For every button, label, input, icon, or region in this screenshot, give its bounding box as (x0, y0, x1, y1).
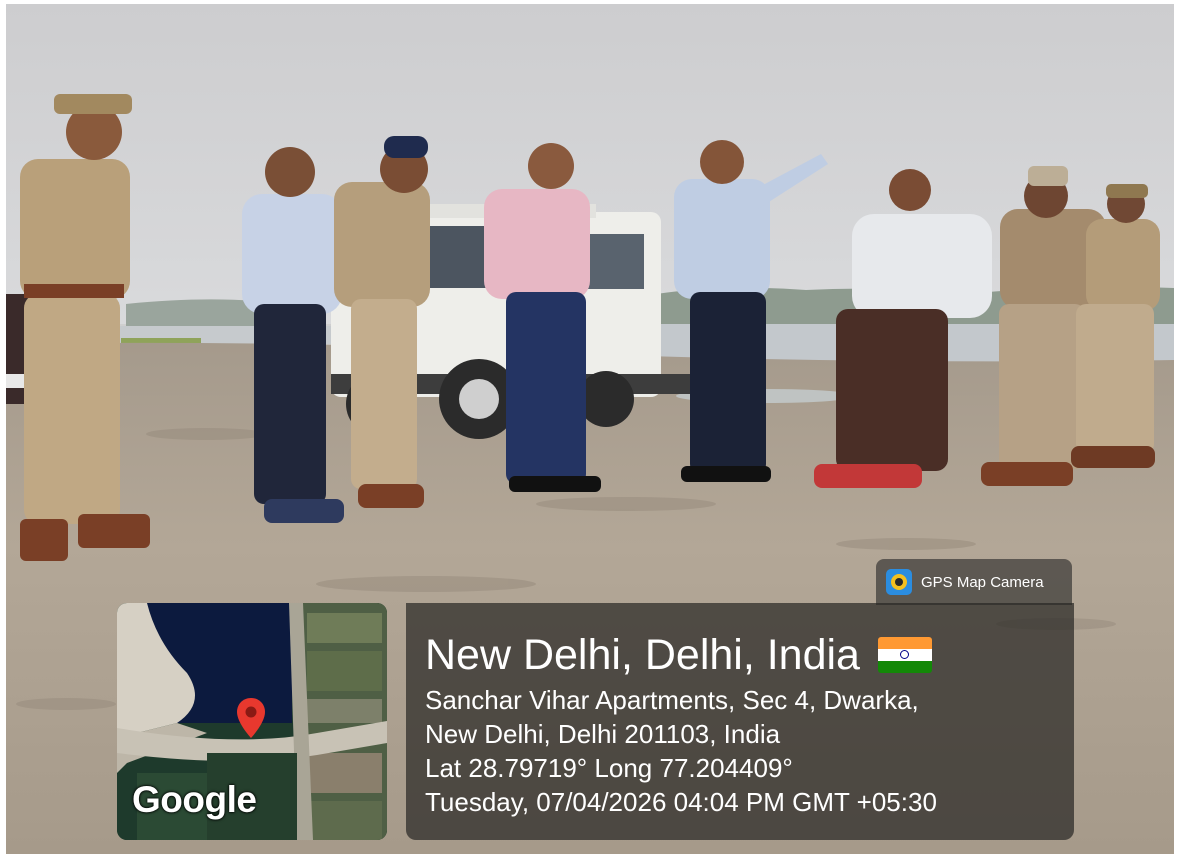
india-flag-icon (877, 637, 932, 673)
address-line-1: Sanchar Vihar Apartments, Sec 4, Dwarka, (425, 685, 919, 715)
location-title-row: New Delhi, Delhi, India (425, 631, 932, 679)
gps-app-name: GPS Map Camera (921, 573, 1044, 591)
location-title: New Delhi, Delhi, India (425, 631, 860, 679)
location-info-panel: New Delhi, Delhi, India Sanchar Vihar Ap… (406, 603, 1074, 840)
address-line-2: New Delhi, Delhi 201103, India (425, 719, 781, 749)
gps-map-camera-icon (886, 569, 912, 595)
photo-frame: GPS Map Camera Google New Delhi, Delhi, … (6, 4, 1174, 854)
google-logo: Google (132, 779, 257, 820)
gps-map-camera-tag: GPS Map Camera (876, 559, 1072, 605)
satellite-map-thumbnail: Google (117, 603, 387, 840)
coordinates: Lat 28.79719° Long 77.204409° (425, 753, 793, 783)
timestamp: Tuesday, 07/04/2026 04:04 PM GMT +05:30 (425, 787, 937, 817)
map-pin-icon (237, 698, 265, 738)
